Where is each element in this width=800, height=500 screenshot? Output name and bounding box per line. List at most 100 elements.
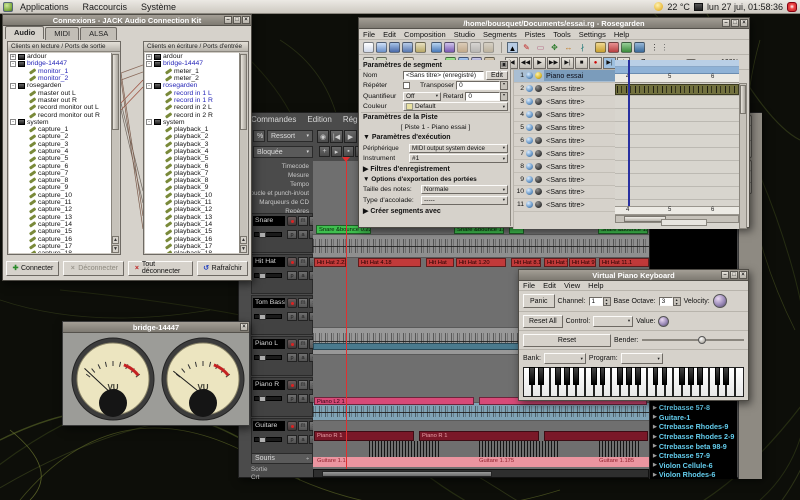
audio-region-hithat[interactable]: Hit Hat 8.1 xyxy=(511,258,541,267)
track-record-led[interactable] xyxy=(535,137,542,144)
track-name[interactable]: <Sans titre> xyxy=(544,161,615,172)
playlist-button[interactable]: p xyxy=(287,353,297,362)
lock-mode-select[interactable]: Bloquée▾ xyxy=(253,146,313,158)
crt-label[interactable]: Crt xyxy=(251,474,259,481)
edit-button[interactable]: Edit xyxy=(486,71,508,80)
region-list-item[interactable]: ▶ Ctrebasse Rhodes 2-9 xyxy=(650,432,737,442)
weather-icon[interactable] xyxy=(654,2,663,11)
tree-item[interactable]: + ardour xyxy=(145,53,239,60)
ardour-track-header[interactable]: Piano L m s p a g xyxy=(251,336,313,376)
connections-titlebar[interactable]: Connexions - JACK Audio Connection Kit –… xyxy=(3,15,251,26)
bar-ruler-bottom[interactable]: 4 5 6 xyxy=(615,206,739,215)
tree-item[interactable]: playback_15 xyxy=(145,228,239,235)
ardour-track-header[interactable]: Snare m s p a g xyxy=(251,213,313,253)
expand-arrow-icon[interactable]: ▶ xyxy=(653,462,657,468)
transport-button[interactable]: ■ xyxy=(575,57,588,69)
paste-icon[interactable] xyxy=(483,42,494,53)
track-name[interactable]: <Sans titre> xyxy=(544,83,615,94)
note-size-select[interactable]: Normale▾ xyxy=(421,185,508,194)
matrix-icon[interactable] xyxy=(621,42,632,53)
tree-scrollbar[interactable]: ▲▼ xyxy=(239,53,247,253)
record-arm-button[interactable] xyxy=(287,380,297,390)
region-list-item[interactable]: ▶ Violon Cellule-6 xyxy=(650,461,737,471)
tree-item[interactable]: - bridge-14447 xyxy=(145,60,239,67)
zoom-out-button[interactable]: ▪ xyxy=(343,146,354,157)
track-fader[interactable] xyxy=(254,273,282,278)
playhead-marker-icon[interactable] xyxy=(342,157,350,162)
notation-icon[interactable] xyxy=(634,42,645,53)
expand-arrow-icon[interactable]: ▶ xyxy=(653,434,657,440)
panic-button[interactable]: Panic xyxy=(523,294,555,308)
track-name[interactable]: <Sans titre> xyxy=(544,122,615,133)
track-record-led[interactable] xyxy=(535,111,542,118)
tree-item[interactable]: playback_8 xyxy=(145,177,239,184)
expand-arrow-icon[interactable]: ▶ xyxy=(653,453,657,459)
goto-start-button[interactable]: |◀ xyxy=(330,130,343,143)
region-list-item[interactable]: ▶ Ctrebasse 57-9 xyxy=(650,451,737,461)
tree-expander-icon[interactable]: - xyxy=(146,61,152,67)
piano-black-key[interactable] xyxy=(715,367,721,385)
tree-expander-icon[interactable]: + xyxy=(10,54,16,60)
snap-mode-select[interactable]: % xyxy=(253,130,265,142)
keyboard-menu-item[interactable]: Edit xyxy=(543,281,556,290)
tree-item[interactable]: master out R xyxy=(9,97,111,104)
rosegarden-track-row[interactable]: 11 <Sans titre> xyxy=(514,199,615,212)
tree-expander-icon[interactable]: - xyxy=(10,83,16,89)
transport-button[interactable]: ◀◀ xyxy=(519,57,532,69)
track-fader[interactable] xyxy=(254,437,282,442)
tree-item[interactable]: - bridge-14447 xyxy=(9,60,111,67)
dock-collapse-icon[interactable]: ▣ xyxy=(500,61,508,69)
playlist-button[interactable]: p xyxy=(287,312,297,321)
record-arm-button[interactable] xyxy=(287,298,297,308)
disconnect-all-button[interactable]: × Tout déconnecter xyxy=(128,261,193,276)
track-record-led[interactable] xyxy=(535,124,542,131)
tree-item[interactable]: meter_1 xyxy=(145,68,239,75)
rosegarden-track-row[interactable]: 6 <Sans titre> xyxy=(514,134,615,147)
logout-icon[interactable] xyxy=(787,2,797,12)
tree-item[interactable]: capture_14 xyxy=(9,221,111,228)
channel-spinbox[interactable]: 1 xyxy=(589,297,603,306)
chord-ruler[interactable] xyxy=(615,67,739,74)
menu-applications[interactable]: Applications xyxy=(13,2,76,12)
print-icon[interactable] xyxy=(415,42,426,53)
track-mute-led[interactable] xyxy=(526,72,533,79)
zoom-in-button[interactable]: + xyxy=(319,146,330,157)
audio-region-guitare[interactable]: Guitare 1.175 xyxy=(477,457,547,467)
track-name[interactable]: <Sans titre> xyxy=(544,199,615,210)
piano-black-key[interactable] xyxy=(662,367,668,385)
piano-black-key[interactable] xyxy=(723,367,729,385)
track-name-field[interactable]: Hit Hat xyxy=(253,257,285,267)
select-tool-icon[interactable]: ▲ xyxy=(507,42,518,53)
audio-region-hithat[interactable]: Hit Hat 2.22 xyxy=(314,258,346,267)
instrument-select[interactable]: #1▾ xyxy=(409,154,508,163)
track-name[interactable]: <Sans titre> xyxy=(544,186,615,197)
canvas-vscrollbar[interactable] xyxy=(739,83,747,229)
delay-field[interactable]: 0 xyxy=(465,92,500,101)
rosegarden-track-row[interactable]: 9 <Sans titre> xyxy=(514,173,615,186)
quantize-select[interactable]: Off▾ xyxy=(403,92,441,101)
harmonize-icon[interactable] xyxy=(595,42,606,53)
save-as-icon[interactable] xyxy=(402,42,413,53)
tree-item[interactable]: playback_10 xyxy=(145,192,239,199)
segment-name-field[interactable]: <Sans titre> (enregistré) xyxy=(403,71,484,80)
connect-button[interactable]: ✚ Connecter xyxy=(6,261,59,276)
close-icon[interactable]: × xyxy=(242,16,250,24)
tree-expander-icon[interactable]: + xyxy=(146,54,152,60)
tree-item[interactable]: capture_4 xyxy=(9,148,111,155)
transport-button[interactable]: ▶| xyxy=(561,57,574,69)
track-fader[interactable] xyxy=(254,396,282,401)
audio-region-hithat[interactable]: Hit Hat 11.1 xyxy=(599,258,649,267)
track-name-field[interactable]: Piano L xyxy=(253,339,285,349)
distro-menu-icon[interactable] xyxy=(3,2,13,12)
open-file-icon[interactable] xyxy=(376,42,387,53)
transport-button[interactable]: ● xyxy=(589,57,602,69)
expand-arrow-icon[interactable]: ▶ xyxy=(653,405,657,411)
mute-button[interactable]: m xyxy=(298,257,308,267)
rosegarden-track-row[interactable]: 8 <Sans titre> xyxy=(514,160,615,173)
tree-item[interactable]: record in 1 R xyxy=(145,97,239,104)
mute-button[interactable]: m xyxy=(298,216,308,226)
mute-button[interactable]: m xyxy=(298,339,308,349)
tree-item[interactable]: capture_1 xyxy=(9,126,111,133)
reset-all-button[interactable]: Reset All xyxy=(523,315,563,328)
rosegarden-menu-item[interactable]: Settings xyxy=(579,30,606,39)
